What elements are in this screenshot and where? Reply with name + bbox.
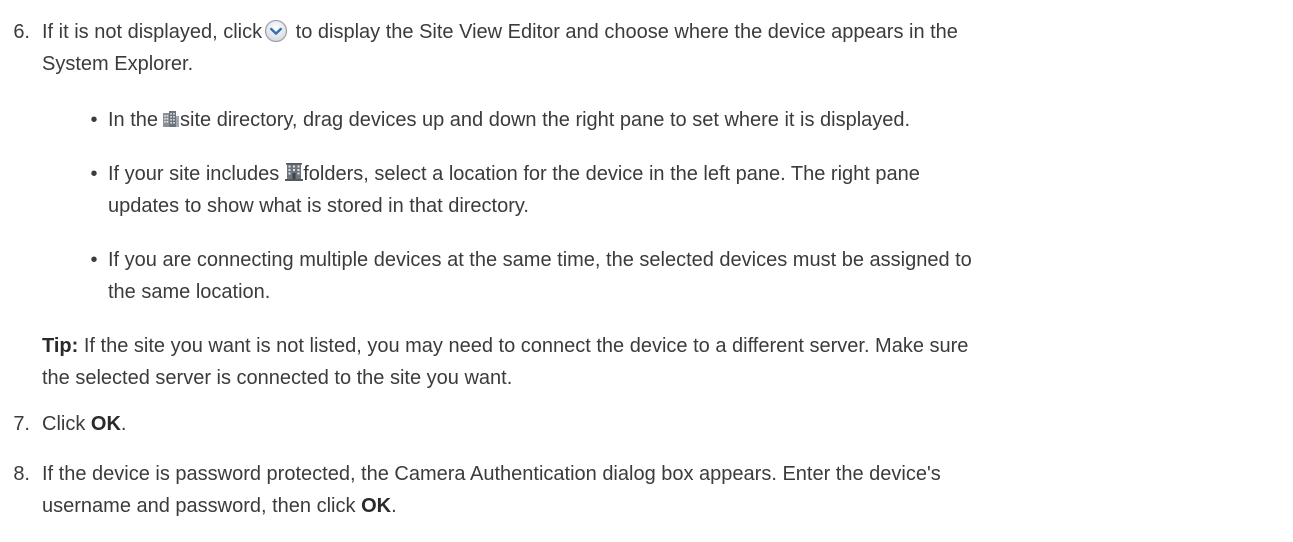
step-8-line1: If the device is password protected, the… <box>42 463 941 485</box>
site-building-icon <box>162 106 180 127</box>
step-7-end: . <box>120 413 127 435</box>
step-8-end: . <box>391 495 397 517</box>
bullet-2-before-icon: If your site includes <box>108 163 280 185</box>
bullet-2-after-icon: folders, select a location for the devic… <box>303 163 920 185</box>
step-8-line2: username and password, then click <box>42 495 356 517</box>
bullet-3-line2: the same location. <box>108 281 271 303</box>
step-8-number: 8. <box>13 463 30 485</box>
tip-line1: If the site you want is not listed, you … <box>83 335 969 357</box>
step-6-text-after-icon: to display the Site View Editor and choo… <box>295 21 958 43</box>
expand-chevron-circle-icon <box>264 19 288 43</box>
ok-label: OK <box>90 413 121 435</box>
bullet-dot: • <box>90 163 98 185</box>
step-6-text-line2: System Explorer. <box>42 53 194 75</box>
step-7-number: 7. <box>13 413 30 435</box>
bullet-3-line1: If you are connecting multiple devices a… <box>108 249 972 271</box>
step-7-text: Click <box>42 413 86 435</box>
tip-label: Tip: <box>42 335 79 357</box>
bullet-1-before-icon: In the <box>108 109 159 131</box>
step-6-text: If it is not displayed, click to display… <box>42 16 1267 80</box>
tip-paragraph: Tip: If the site you want is not listed,… <box>42 330 1272 394</box>
site-folder-building-icon <box>285 160 304 181</box>
bullet-2-line2: updates to show what is stored in that d… <box>108 195 529 217</box>
bullet-1-after-icon: site directory, drag devices up and down… <box>180 109 911 131</box>
step-6-number: 6. <box>13 21 30 43</box>
bullet-dot: • <box>90 109 98 131</box>
ok-label: OK <box>361 495 392 517</box>
step-6-text-before-icon: If it is not displayed, click <box>42 21 263 43</box>
bullet-dot: • <box>90 249 98 271</box>
tip-line2: the selected server is connected to the … <box>42 367 513 389</box>
